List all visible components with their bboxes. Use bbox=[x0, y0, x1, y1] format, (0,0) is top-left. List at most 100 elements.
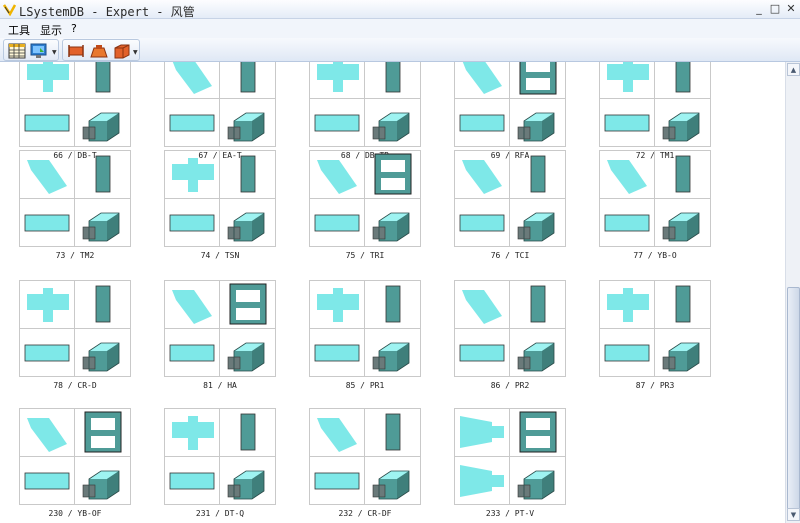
vertical-scrollbar[interactable]: ▲ ▼ bbox=[785, 62, 800, 523]
fitting-front-view bbox=[365, 408, 421, 456]
fitting-card[interactable]: 78 / CR-D bbox=[19, 280, 131, 392]
fitting-label: 232 / CR-DF bbox=[338, 509, 392, 518]
fitting-3d-view bbox=[655, 329, 711, 377]
menu-help[interactable]: ? bbox=[71, 22, 77, 35]
scrollbar-thumb[interactable] bbox=[787, 287, 800, 512]
fitting-label: 74 / TSN bbox=[200, 251, 240, 260]
fitting-front-view bbox=[365, 150, 421, 198]
fitting-side-view bbox=[599, 329, 655, 377]
toolbar: ▼ ▼ bbox=[0, 38, 800, 62]
fitting-label: 81 / HA bbox=[203, 381, 237, 390]
close-button[interactable]: ✕ bbox=[784, 2, 798, 16]
fitting-card[interactable]: 67 / EA-T bbox=[164, 62, 276, 162]
fitting-plan-view bbox=[454, 280, 510, 328]
fitting-plan-view bbox=[309, 280, 365, 328]
fitting-card[interactable]: 231 / DT-Q bbox=[164, 408, 276, 520]
fitting-label: 75 / TRI bbox=[345, 251, 385, 260]
fitting-card[interactable]: 85 / PR1 bbox=[309, 280, 421, 392]
fitting-label: 77 / YB-O bbox=[633, 251, 677, 260]
fitting-side-view bbox=[164, 99, 220, 147]
scroll-up-icon[interactable]: ▲ bbox=[787, 63, 800, 76]
fitting-plan-view bbox=[454, 408, 510, 456]
fitting-card[interactable]: 68 / DB-TR bbox=[309, 62, 421, 162]
restore-button[interactable]: □ bbox=[768, 2, 782, 16]
fitting-side-view bbox=[19, 199, 75, 247]
toolbar-group-fittings: ▼ bbox=[62, 39, 140, 61]
fitting-plan-view bbox=[454, 150, 510, 198]
fitting-label: 87 / PR3 bbox=[635, 381, 675, 390]
fitting-side-view bbox=[454, 99, 510, 147]
fitting-card[interactable]: 81 / HA bbox=[164, 280, 276, 392]
fitting-front-view bbox=[655, 150, 711, 198]
menu-display[interactable]: 显示 bbox=[40, 22, 62, 38]
fitting-front-view bbox=[75, 150, 131, 198]
fitting-label: 78 / CR-D bbox=[53, 381, 97, 390]
table-view-icon[interactable] bbox=[8, 42, 26, 60]
fitting-front-view bbox=[75, 62, 131, 98]
monitor-dropdown-icon[interactable]: ▼ bbox=[52, 49, 57, 56]
fitting-card[interactable]: 233 / PT-V bbox=[454, 408, 566, 520]
fitting-side-view bbox=[454, 329, 510, 377]
fitting-plan-view bbox=[164, 280, 220, 328]
fitting-plan-view bbox=[164, 408, 220, 456]
fitting-side-view bbox=[19, 457, 75, 505]
fitting-plan-view bbox=[599, 62, 655, 98]
fitting-label: 85 / PR1 bbox=[345, 381, 385, 390]
app-logo-icon bbox=[3, 4, 16, 16]
fitting-front-view bbox=[365, 280, 421, 328]
monitor-icon[interactable] bbox=[30, 42, 48, 60]
menu-tools[interactable]: 工具 bbox=[8, 22, 30, 38]
fitting-3d-view bbox=[75, 99, 131, 147]
fitting-front-view bbox=[510, 150, 566, 198]
fitting-side-view bbox=[309, 329, 365, 377]
minimize-button[interactable]: _ bbox=[752, 2, 766, 16]
fitting-label: 73 / TM2 bbox=[55, 251, 95, 260]
fitting-card[interactable]: 86 / PR2 bbox=[454, 280, 566, 392]
window-title: LSystemDB - Expert - 风管 bbox=[19, 5, 195, 19]
fitting-label: 76 / TCI bbox=[490, 251, 530, 260]
fittings-dropdown-icon[interactable]: ▼ bbox=[133, 49, 138, 56]
fitting-label: 231 / DT-Q bbox=[195, 509, 245, 518]
fitting-card[interactable]: 77 / YB-O bbox=[599, 150, 711, 262]
fitting-front-view bbox=[220, 62, 276, 98]
fitting-card[interactable]: 75 / TRI bbox=[309, 150, 421, 262]
fitting-side-view bbox=[19, 329, 75, 377]
fitting-card[interactable]: 74 / TSN bbox=[164, 150, 276, 262]
fitting-card[interactable]: 72 / TM1 bbox=[599, 62, 711, 162]
title-bar: LSystemDB - Expert - 风管 _ □ ✕ bbox=[0, 0, 800, 19]
fitting-3d-view bbox=[75, 199, 131, 247]
fitting-side-view bbox=[164, 329, 220, 377]
fitting-card[interactable]: 73 / TM2 bbox=[19, 150, 131, 262]
fitting-front-view bbox=[510, 408, 566, 456]
scroll-down-icon[interactable]: ▼ bbox=[787, 508, 800, 521]
fitting-plan-view bbox=[19, 150, 75, 198]
fitting-plan-view bbox=[164, 150, 220, 198]
fitting-side-view bbox=[599, 199, 655, 247]
fitting-plan-view bbox=[19, 62, 75, 98]
duct-box-icon[interactable] bbox=[113, 42, 131, 60]
fitting-side-view bbox=[19, 99, 75, 147]
fitting-3d-view bbox=[75, 457, 131, 505]
fitting-label: 86 / PR2 bbox=[490, 381, 530, 390]
fitting-card[interactable]: 230 / YB-OF bbox=[19, 408, 131, 520]
fitting-front-view bbox=[75, 280, 131, 328]
fitting-front-view bbox=[220, 408, 276, 456]
fitting-card[interactable]: 69 / RFA bbox=[454, 62, 566, 162]
fitting-plan-view bbox=[599, 280, 655, 328]
fitting-front-view bbox=[655, 62, 711, 98]
fitting-side-view bbox=[599, 99, 655, 147]
fitting-card[interactable]: 76 / TCI bbox=[454, 150, 566, 262]
duct-transition-icon[interactable] bbox=[90, 42, 108, 60]
fitting-side-view bbox=[309, 99, 365, 147]
fitting-3d-view bbox=[365, 99, 421, 147]
fitting-side-view bbox=[454, 457, 510, 505]
duct-fitting-icon[interactable] bbox=[67, 42, 85, 60]
fitting-plan-view bbox=[19, 408, 75, 456]
fitting-plan-view bbox=[309, 408, 365, 456]
fitting-front-view bbox=[75, 408, 131, 456]
fitting-3d-view bbox=[510, 199, 566, 247]
fitting-card[interactable]: 87 / PR3 bbox=[599, 280, 711, 392]
fitting-card[interactable]: 66 / DB-T bbox=[19, 62, 131, 162]
fitting-card[interactable]: 232 / CR-DF bbox=[309, 408, 421, 520]
fitting-plan-view bbox=[599, 150, 655, 198]
